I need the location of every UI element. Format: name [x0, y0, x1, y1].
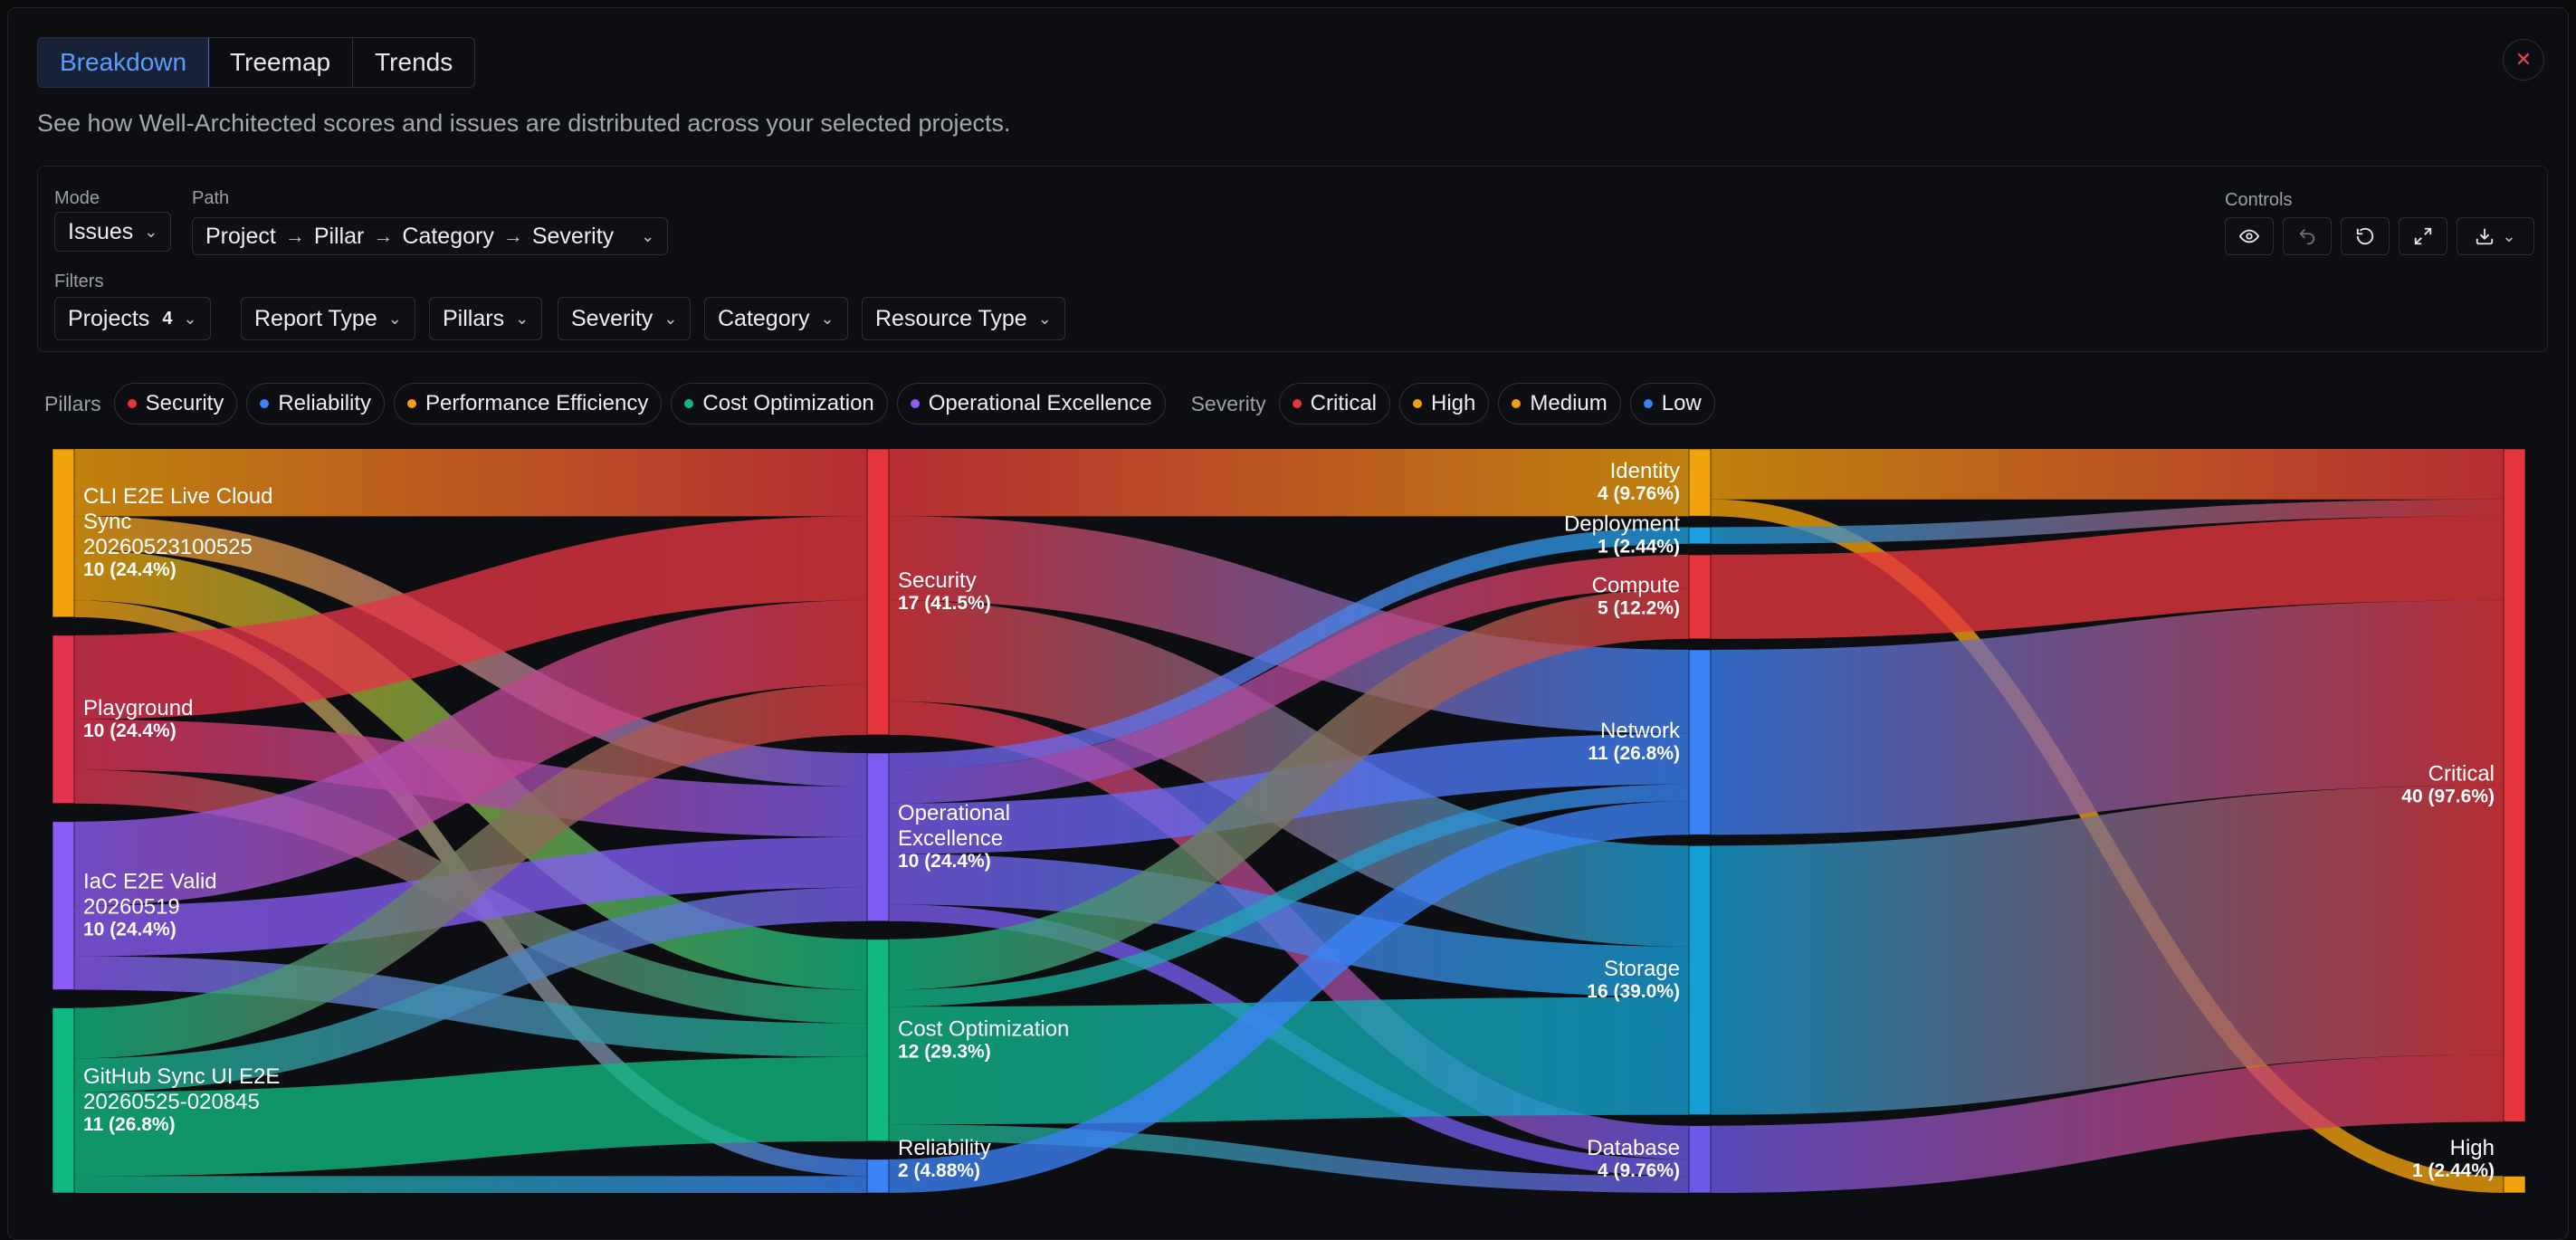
sankey-node-name-line: High	[2450, 1136, 2495, 1160]
sankey-node-label-rel: Reliability 2 (4.88%)	[898, 1136, 991, 1181]
sankey-node-name-line: Playground	[83, 696, 193, 720]
sankey-node-value: 12 (29.3%)	[898, 1041, 991, 1062]
sankey-node-deployment[interactable]	[1688, 526, 1712, 545]
sankey-node-value: 1 (2.44%)	[2412, 1160, 2495, 1181]
sankey-node-p4[interactable]	[52, 1007, 75, 1194]
sankey-node-name-line: Operational	[898, 801, 1010, 825]
sankey-node-label-compute: Compute 5 (12.2%)	[1592, 573, 1680, 618]
sankey-node-rel[interactable]	[866, 1159, 890, 1194]
sankey-node-value: 1 (2.44%)	[1598, 537, 1680, 558]
sankey-node-name-line: CLI E2E Live Cloud	[83, 484, 272, 509]
sankey-links	[73, 448, 2504, 1194]
sankey-node-p3[interactable]	[52, 821, 75, 991]
sankey-node-storage[interactable]	[1688, 844, 1712, 1116]
sankey-node-value: 11 (26.8%)	[83, 1114, 176, 1135]
sankey-node-name-line: Identity	[1610, 459, 1680, 483]
sankey-node-value: 10 (24.4%)	[83, 920, 177, 940]
sankey-node-value: 2 (4.88%)	[898, 1160, 980, 1181]
sankey-node-value: 4 (9.76%)	[1598, 483, 1680, 504]
sankey-node-name-line: Critical	[2428, 762, 2495, 787]
sankey-node-label-identity: Identity 4 (9.76%)	[1598, 459, 1680, 504]
sankey-link-network-to-critical[interactable]	[1710, 600, 2504, 835]
sankey-node-database[interactable]	[1688, 1125, 1712, 1194]
sankey-node-value: 40 (97.6%)	[2401, 787, 2495, 807]
sankey-node-value: 4 (9.76%)	[1598, 1160, 1680, 1181]
sankey-node-name-line: Deployment	[1564, 512, 1680, 537]
sankey-link-storage-to-critical[interactable]	[1710, 785, 2504, 1115]
sankey-node-name-line: Reliability	[898, 1136, 991, 1160]
sankey-node-p2[interactable]	[52, 634, 75, 805]
sankey-link-cost-to-storage[interactable]	[888, 997, 1690, 1125]
sankey-node-value: 10 (24.4%)	[83, 559, 177, 580]
sankey-node-security[interactable]	[866, 448, 890, 736]
sankey-node-p1[interactable]	[52, 448, 75, 618]
sankey-node-value: 10 (24.4%)	[83, 720, 177, 741]
sankey-node-name-line: 20260523100525	[83, 535, 253, 559]
sankey-node-name-line: Compute	[1592, 573, 1680, 597]
sankey-node-name-line: GitHub Sync UI E2E	[83, 1064, 280, 1089]
sankey-node-network[interactable]	[1688, 649, 1712, 835]
sankey-node-name-line: Security	[898, 568, 977, 593]
sankey-node-name-line: IaC E2E Valid	[83, 870, 217, 894]
sankey-node-opex[interactable]	[866, 752, 890, 922]
sankey-node-critical[interactable]	[2503, 448, 2526, 1122]
sankey-node-name-line: 20260525-020845	[83, 1090, 260, 1114]
sankey-node-label-network: Network 11 (26.8%)	[1588, 719, 1681, 764]
sankey-node-label-deployment: Deployment 1 (2.44%)	[1564, 512, 1680, 558]
sankey-link-compute-to-critical[interactable]	[1710, 516, 2504, 639]
sankey-node-name-line: Database	[1587, 1136, 1680, 1160]
sankey-node-name-line: Cost Optimization	[898, 1016, 1069, 1041]
sankey-chart: CLI E2E Live Cloud Sync 20260523100525 10 (…	[52, 448, 2526, 1194]
sankey-node-value: 10 (24.4%)	[898, 851, 991, 872]
sankey-node-value: 11 (26.8%)	[1588, 743, 1680, 764]
sankey-node-name-line: Excellence	[898, 826, 1003, 851]
sankey-node-high[interactable]	[2503, 1175, 2526, 1194]
sankey-node-label-high: High 1 (2.44%)	[2412, 1136, 2495, 1181]
sankey-node-identity[interactable]	[1688, 448, 1712, 517]
sankey-node-name-line: Network	[1600, 719, 1681, 743]
sankey-node-value: 17 (41.5%)	[898, 593, 991, 614]
sankey-node-label-database: Database 4 (9.76%)	[1587, 1136, 1680, 1181]
sankey-node-name-line: 20260519	[83, 895, 180, 920]
sankey-node-name-line: Storage	[1604, 957, 1680, 981]
sankey-node-compute[interactable]	[1688, 554, 1712, 640]
sankey-node-cost[interactable]	[866, 939, 890, 1142]
sankey-node-value: 5 (12.2%)	[1598, 597, 1680, 618]
sankey-node-name-line: Sync	[83, 510, 131, 534]
sankey-node-value: 16 (39.0%)	[1587, 981, 1680, 1002]
